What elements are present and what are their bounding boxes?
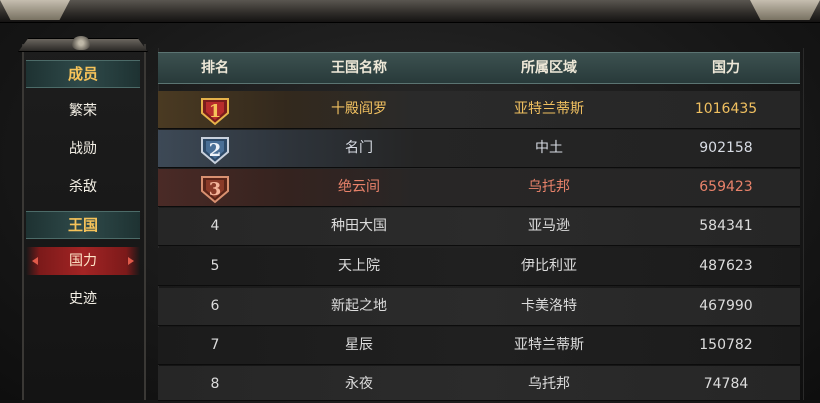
menu-item-kills[interactable]: 杀敌	[26, 173, 140, 201]
menu-header-kingdom: 王国	[26, 211, 140, 239]
frame-ornament-right	[750, 0, 820, 20]
table-row[interactable]: 7 星辰 亚特兰蒂斯 150782	[158, 327, 800, 365]
silver-medal-icon: 2	[198, 132, 232, 165]
frame-ornament-left	[0, 0, 70, 20]
table-row[interactable]: 5 天上院 伊比利亚 487623	[158, 248, 800, 286]
column-header-kingdom-name: 王国名称	[331, 60, 387, 76]
power-value: 467990	[699, 298, 753, 314]
table-row[interactable]: 3 绝云间 乌托邦 659423	[158, 169, 800, 207]
menu-jewel-icon	[72, 36, 90, 50]
region-name: 伊比利亚	[521, 258, 577, 274]
column-header-region: 所属区域	[521, 60, 577, 76]
power-value: 1016435	[694, 101, 758, 117]
svg-text:1: 1	[209, 101, 222, 122]
kingdom-name: 十殿阎罗	[331, 101, 387, 117]
gold-medal-icon: 1	[198, 93, 232, 126]
region-name: 乌托邦	[528, 179, 570, 195]
table-row[interactable]: 4 种田大国 亚马逊 584341	[158, 208, 800, 246]
svg-text:3: 3	[209, 179, 222, 200]
table-row[interactable]: 8 永夜 乌托邦 74784	[158, 366, 800, 401]
column-header-power: 国力	[712, 60, 740, 76]
top-window-frame	[0, 0, 820, 23]
kingdom-name: 绝云间	[338, 179, 380, 195]
power-value: 659423	[699, 179, 753, 195]
rank-number: 5	[210, 258, 220, 274]
rank-number: 6	[210, 298, 220, 314]
menu-header-members: 成员	[26, 60, 140, 88]
power-value: 487623	[699, 258, 753, 274]
kingdom-name: 种田大国	[331, 218, 387, 234]
menu-item-national-power[interactable]: 国力	[26, 247, 140, 275]
power-value: 584341	[699, 218, 753, 234]
kingdom-name: 星辰	[345, 337, 373, 353]
table-row[interactable]: 2 名门 中土 902158	[158, 130, 800, 168]
rank-number: 7	[210, 337, 220, 353]
table-row[interactable]: 1 十殿阎罗 亚特兰蒂斯 1016435	[158, 91, 800, 129]
rank-number: 4	[210, 218, 220, 234]
power-value: 902158	[699, 140, 753, 156]
power-value: 150782	[699, 337, 753, 353]
kingdom-name: 新起之地	[331, 298, 387, 314]
kingdom-name: 永夜	[345, 376, 373, 392]
region-name: 卡美洛特	[521, 298, 577, 314]
power-value: 74784	[703, 376, 749, 392]
rank-number: 8	[210, 376, 220, 392]
bronze-medal-icon: 3	[198, 171, 232, 204]
kingdom-name: 名门	[345, 140, 373, 156]
menu-item-prosperity[interactable]: 繁荣	[26, 97, 140, 125]
region-name: 亚特兰蒂斯	[514, 337, 584, 353]
menu-item-merit[interactable]: 战勋	[26, 135, 140, 163]
ranking-table-header: 排名 王国名称 所属区域 国力	[158, 52, 800, 84]
kingdom-name: 天上院	[338, 258, 380, 274]
region-name: 亚马逊	[528, 218, 570, 234]
column-header-rank: 排名	[201, 60, 229, 76]
svg-text:2: 2	[209, 140, 222, 161]
region-name: 乌托邦	[528, 376, 570, 392]
menu-item-history[interactable]: 史迹	[26, 285, 140, 313]
region-name: 亚特兰蒂斯	[514, 101, 584, 117]
table-row[interactable]: 6 新起之地 卡美洛特 467990	[158, 288, 800, 326]
region-name: 中土	[535, 140, 563, 156]
